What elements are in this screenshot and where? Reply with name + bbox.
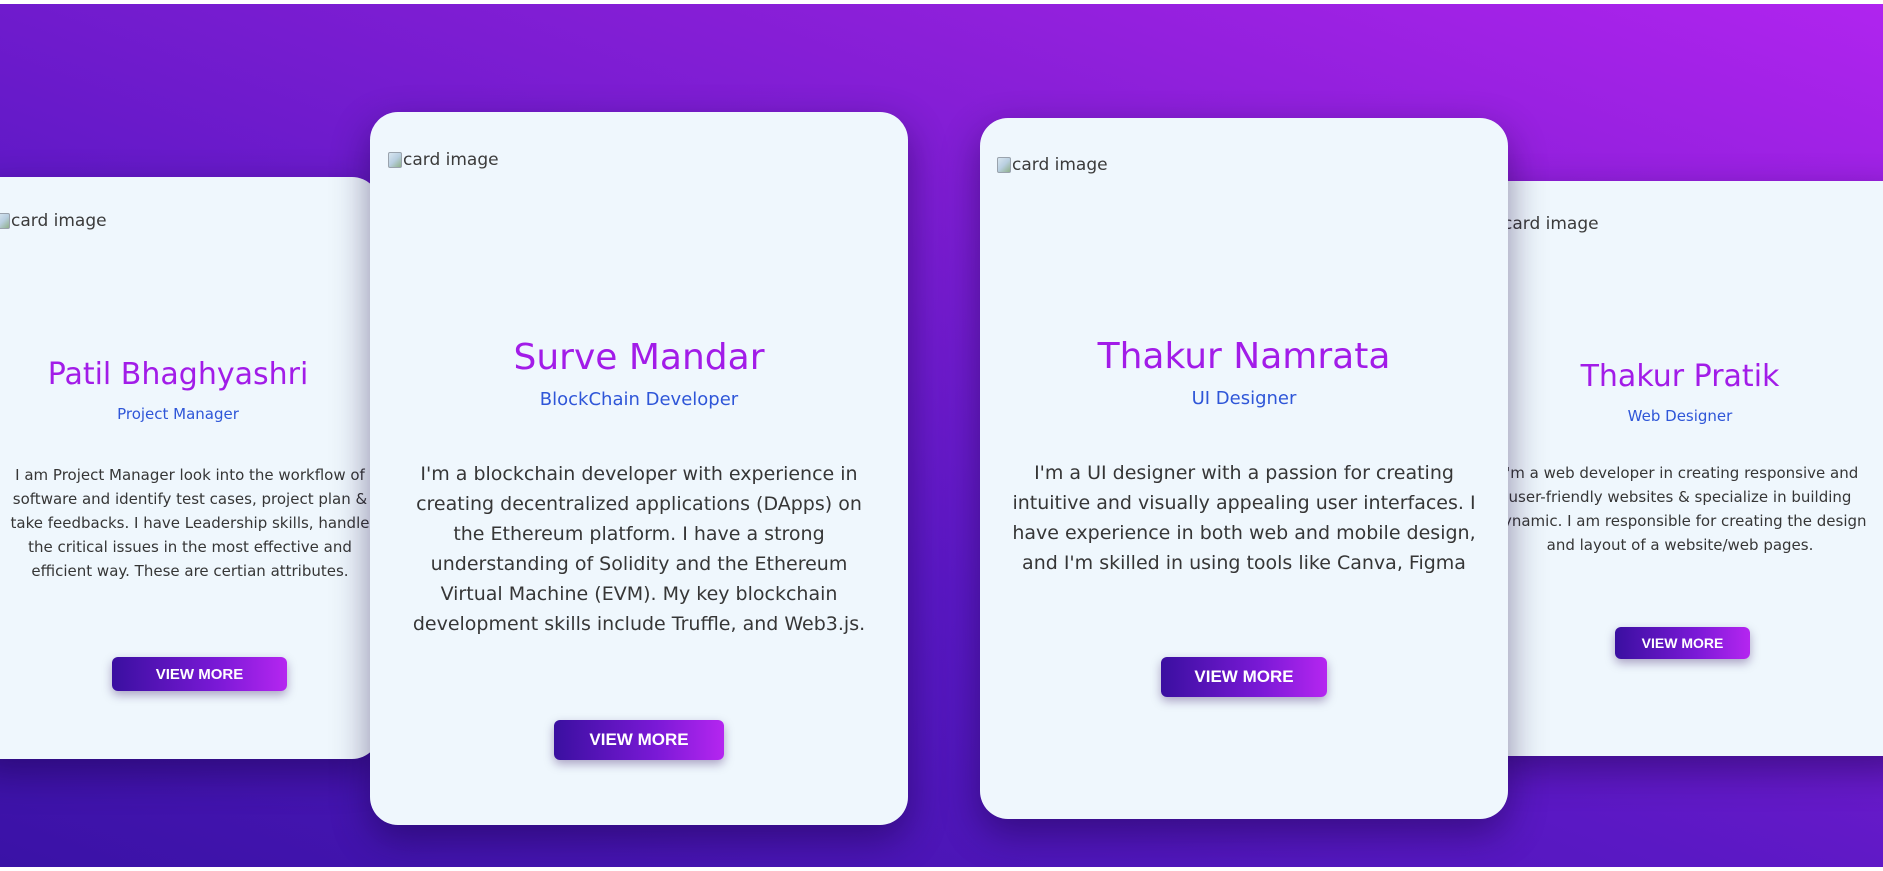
card-role: UI Designer xyxy=(1191,388,1297,409)
card-name: Thakur Pratik xyxy=(1580,359,1780,394)
card-description: I'm a UI designer with a passion for cre… xyxy=(1012,462,1476,574)
card-image: card image xyxy=(997,155,1108,175)
card-description: I'm a blockchain developer with experien… xyxy=(412,463,866,635)
view-more-button[interactable]: VIEW MORE xyxy=(112,657,287,691)
card-image-alt: card image xyxy=(11,211,107,231)
card-name: Surve Mandar xyxy=(513,337,765,378)
card-thakur-pratik: card image Thakur Pratik Web Designer I'… xyxy=(1480,181,1883,756)
card-image-alt: card image xyxy=(1012,155,1108,175)
card-role: Web Designer xyxy=(1627,407,1733,425)
view-more-button[interactable]: VIEW MORE xyxy=(1615,627,1750,659)
card-patil-bhaghyashri: card image Patil Bhaghyashri Project Man… xyxy=(0,177,380,759)
card-surve-mandar: card image Surve Mandar BlockChain Devel… xyxy=(370,112,908,825)
broken-image-icon xyxy=(0,213,10,229)
card-image-alt: card image xyxy=(1503,214,1599,234)
card-thakur-namrata: card image Thakur Namrata UI Designer I'… xyxy=(980,118,1508,819)
view-more-button[interactable]: VIEW MORE xyxy=(1161,657,1327,697)
view-more-button[interactable]: VIEW MORE xyxy=(554,720,724,760)
card-role: Project Manager xyxy=(117,405,239,423)
card-description: I am Project Manager look into the workf… xyxy=(10,466,370,580)
carousel-stage: card image Patil Bhaghyashri Project Man… xyxy=(0,4,1883,867)
card-description: I'm a web developer in creating responsi… xyxy=(1493,464,1867,554)
card-image-alt: card image xyxy=(403,150,499,170)
card-role: BlockChain Developer xyxy=(539,389,739,410)
card-name: Patil Bhaghyashri xyxy=(47,357,309,392)
card-image: card image xyxy=(0,211,107,231)
broken-image-icon xyxy=(388,152,402,168)
card-image: card image xyxy=(388,150,499,170)
card-name: Thakur Namrata xyxy=(1097,336,1391,377)
broken-image-icon xyxy=(997,157,1011,173)
